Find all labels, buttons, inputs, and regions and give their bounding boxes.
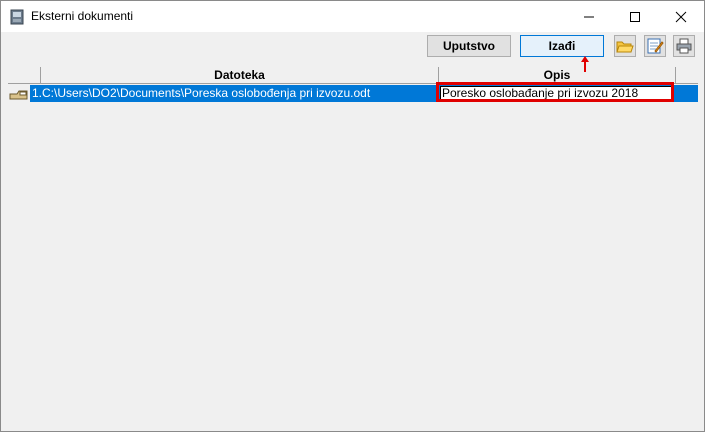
exit-button[interactable]: Izađi (520, 35, 604, 57)
minimize-button[interactable] (566, 1, 612, 32)
print-button[interactable] (673, 35, 695, 57)
row-file-path[interactable]: C:\Users\DO2\Documents\Poreska oslobođen… (42, 85, 370, 102)
maximize-icon (630, 11, 640, 22)
grid-indicator-header (8, 67, 41, 84)
row-number: 1. (30, 85, 42, 102)
maximize-button[interactable] (612, 1, 658, 32)
documents-grid[interactable]: Datoteka Opis 1. C:\Users\DO2\Documents\… (8, 67, 698, 431)
row-indicator-icon (9, 90, 28, 100)
grid-header-filler (676, 67, 698, 84)
app-icon (10, 9, 24, 25)
minimize-icon (584, 16, 594, 17)
column-header-file[interactable]: Datoteka (41, 67, 439, 84)
main-window: Eksterni dokumenti Uputstvo Izađi Datote… (0, 0, 705, 432)
arrow-up-icon (581, 56, 589, 72)
print-icon (676, 38, 692, 54)
edit-button[interactable] (644, 35, 666, 57)
help-button[interactable]: Uputstvo (427, 35, 511, 57)
window-title: Eksterni dokumenti (31, 9, 134, 23)
edit-icon (647, 38, 664, 54)
open-folder-button[interactable] (614, 35, 636, 57)
close-button[interactable] (658, 1, 704, 32)
title-bar: Eksterni dokumenti (1, 1, 704, 32)
annotation-highlight-box (436, 82, 674, 102)
close-icon (675, 11, 687, 22)
folder-open-icon (616, 41, 634, 53)
